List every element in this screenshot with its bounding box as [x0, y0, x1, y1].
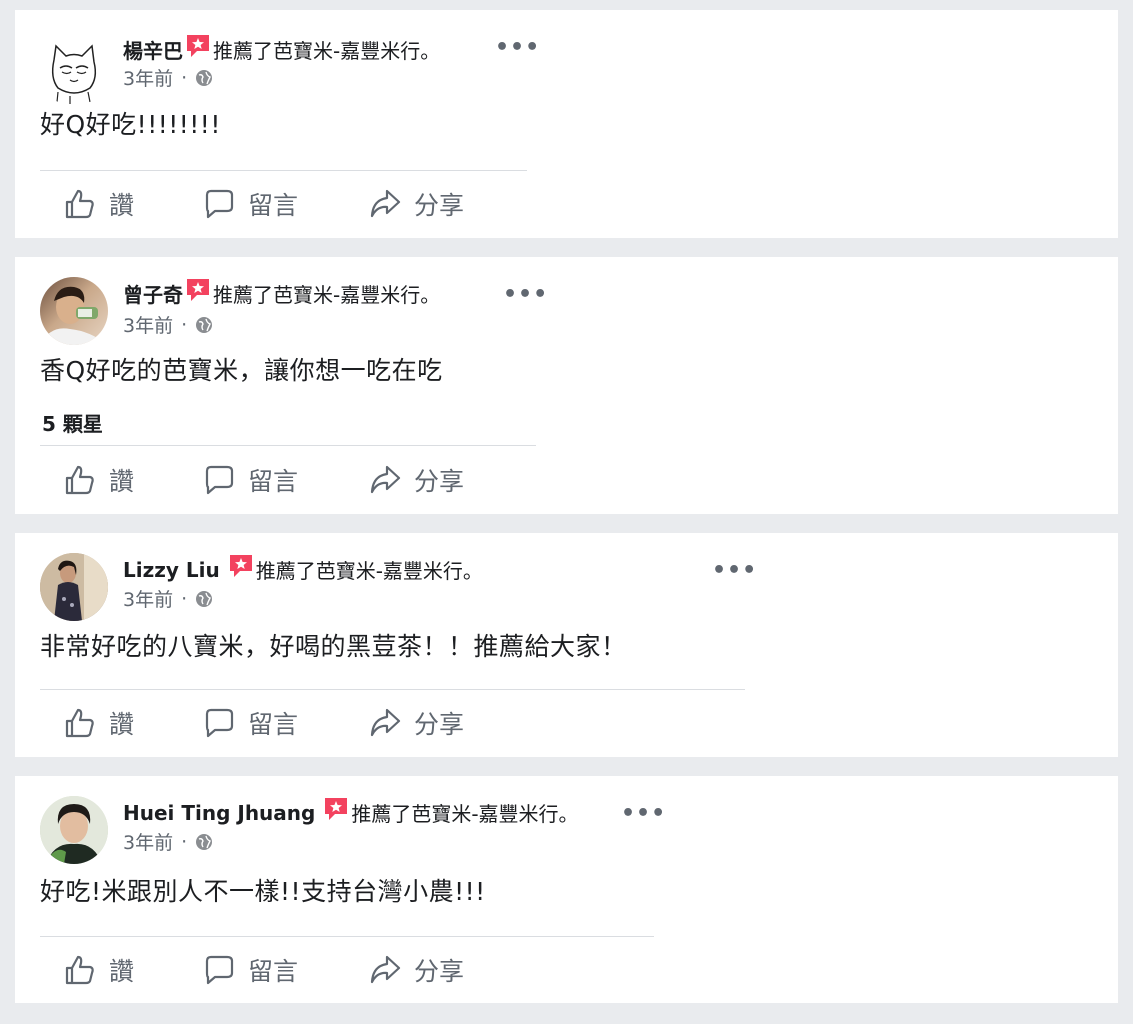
author-name[interactable]: 楊辛巴	[123, 35, 183, 64]
action-bar: 讚 留言 分享	[15, 701, 615, 751]
review-body: 好Q好吃!!!!!!!!	[40, 110, 221, 139]
like-button[interactable]: 讚	[63, 705, 134, 741]
review-body: 非常好吃的八寶米，好喝的黑荳茶！！推薦給大家！	[40, 632, 627, 661]
avatar[interactable]	[40, 277, 108, 345]
cartoon-cat-avatar	[51, 44, 97, 104]
speech-bubble-icon	[205, 189, 234, 219]
recommend-badge-icon	[325, 797, 348, 820]
divider	[40, 170, 527, 171]
timestamp[interactable]: 3年前	[123, 828, 173, 855]
timestamp[interactable]: 3年前	[123, 585, 173, 612]
author-name[interactable]: Lizzy Liu	[123, 558, 220, 582]
timestamp[interactable]: 3年前	[123, 64, 173, 91]
speech-bubble-icon	[205, 708, 234, 738]
globe-icon	[196, 590, 213, 607]
like-button[interactable]: 讚	[63, 462, 134, 498]
recommend-badge-icon	[187, 34, 209, 57]
share-button[interactable]: 分享	[368, 952, 464, 988]
recommend-badge-icon	[229, 554, 252, 577]
avatar[interactable]	[40, 796, 108, 864]
thumbs-up-icon	[65, 955, 94, 985]
more-options-icon[interactable]: •••	[621, 803, 666, 825]
speech-bubble-icon	[205, 955, 234, 985]
separator-dot: ·	[181, 587, 188, 610]
share-arrow-icon	[370, 955, 401, 984]
share-label: 分享	[414, 191, 465, 220]
more-options-icon[interactable]: •••	[495, 37, 540, 59]
comment-label: 留言	[248, 957, 299, 986]
recommend-text[interactable]: 推薦了芭寶米-嘉豐米行。	[213, 279, 440, 308]
globe-icon	[196, 316, 213, 333]
globe-icon	[196, 69, 213, 86]
divider	[40, 445, 536, 446]
comment-button[interactable]: 留言	[202, 462, 298, 498]
review-card: Lizzy Liu 推薦了芭寶米-嘉豐米行。 ••• 3年前 · 非常好吃的八寶…	[15, 533, 1118, 757]
recommend-text[interactable]: 推薦了芭寶米-嘉豐米行。	[351, 798, 578, 827]
avatar[interactable]	[40, 553, 108, 621]
post-meta: 3年前 ·	[123, 311, 213, 338]
post-meta: 3年前 ·	[123, 64, 213, 91]
post-meta: 3年前 ·	[123, 585, 213, 612]
divider	[40, 936, 654, 937]
thumbs-up-icon	[65, 465, 94, 495]
review-card: 曾子奇 推薦了芭寶米-嘉豐米行。 ••• 3年前 · 香Q好吃的芭寶米，讓你想一…	[15, 257, 1118, 514]
person-photo	[40, 796, 108, 864]
avatar[interactable]	[40, 38, 108, 106]
action-bar: 讚 留言 分享	[15, 948, 615, 998]
review-header: Huei Ting Jhuang 推薦了芭寶米-嘉豐米行。	[123, 797, 579, 827]
thumbs-up-icon	[65, 708, 94, 738]
share-label: 分享	[414, 710, 465, 739]
separator-dot: ·	[181, 830, 188, 853]
comment-button[interactable]: 留言	[202, 186, 298, 222]
share-button[interactable]: 分享	[368, 186, 464, 222]
comment-button[interactable]: 留言	[202, 705, 298, 741]
author-name[interactable]: 曾子奇	[123, 279, 183, 308]
comment-button[interactable]: 留言	[202, 952, 298, 988]
like-label: 讚	[109, 467, 135, 496]
share-arrow-icon	[370, 708, 401, 737]
review-header: 曾子奇 推薦了芭寶米-嘉豐米行。	[123, 278, 440, 308]
review-card: 楊辛巴 推薦了芭寶米-嘉豐米行。 ••• 3年前 · 好Q好吃!!!!!!!! …	[15, 10, 1118, 238]
review-card: Huei Ting Jhuang 推薦了芭寶米-嘉豐米行。 ••• 3年前 · …	[15, 776, 1118, 1003]
more-options-icon[interactable]: •••	[712, 560, 757, 582]
separator-dot: ·	[181, 313, 188, 336]
recommend-text[interactable]: 推薦了芭寶米-嘉豐米行。	[256, 555, 483, 584]
review-header: 楊辛巴 推薦了芭寶米-嘉豐米行。	[123, 34, 440, 64]
like-label: 讚	[109, 710, 135, 739]
divider	[40, 689, 745, 690]
more-options-icon[interactable]: •••	[503, 284, 548, 306]
post-meta: 3年前 ·	[123, 828, 213, 855]
review-body: 香Q好吃的芭寶米，讓你想一吃在吃	[40, 356, 443, 385]
review-body: 好吃!米跟別人不一樣!!支持台灣小農!!!	[40, 877, 486, 906]
person-photo	[40, 286, 108, 345]
star-rating: 5 顆星	[42, 412, 103, 436]
separator-dot: ·	[181, 66, 188, 89]
like-label: 讚	[109, 191, 135, 220]
person-photo	[40, 553, 108, 621]
share-button[interactable]: 分享	[368, 705, 464, 741]
comment-label: 留言	[248, 710, 299, 739]
timestamp[interactable]: 3年前	[123, 311, 173, 338]
recommend-text[interactable]: 推薦了芭寶米-嘉豐米行。	[213, 35, 440, 64]
share-label: 分享	[414, 467, 465, 496]
comment-label: 留言	[248, 467, 299, 496]
like-button[interactable]: 讚	[63, 186, 134, 222]
share-label: 分享	[414, 957, 465, 986]
review-header: Lizzy Liu 推薦了芭寶米-嘉豐米行。	[123, 554, 483, 584]
like-label: 讚	[109, 957, 135, 986]
like-button[interactable]: 讚	[63, 952, 134, 988]
share-arrow-icon	[370, 465, 401, 494]
action-bar: 讚 留言 分享	[15, 458, 615, 508]
recommend-badge-icon	[187, 278, 209, 301]
comment-label: 留言	[248, 191, 299, 220]
share-arrow-icon	[370, 189, 401, 218]
globe-icon	[196, 833, 213, 850]
speech-bubble-icon	[205, 465, 234, 495]
author-name[interactable]: Huei Ting Jhuang	[123, 801, 315, 825]
action-bar: 讚 留言 分享	[15, 182, 615, 232]
thumbs-up-icon	[65, 189, 94, 219]
share-button[interactable]: 分享	[368, 462, 464, 498]
